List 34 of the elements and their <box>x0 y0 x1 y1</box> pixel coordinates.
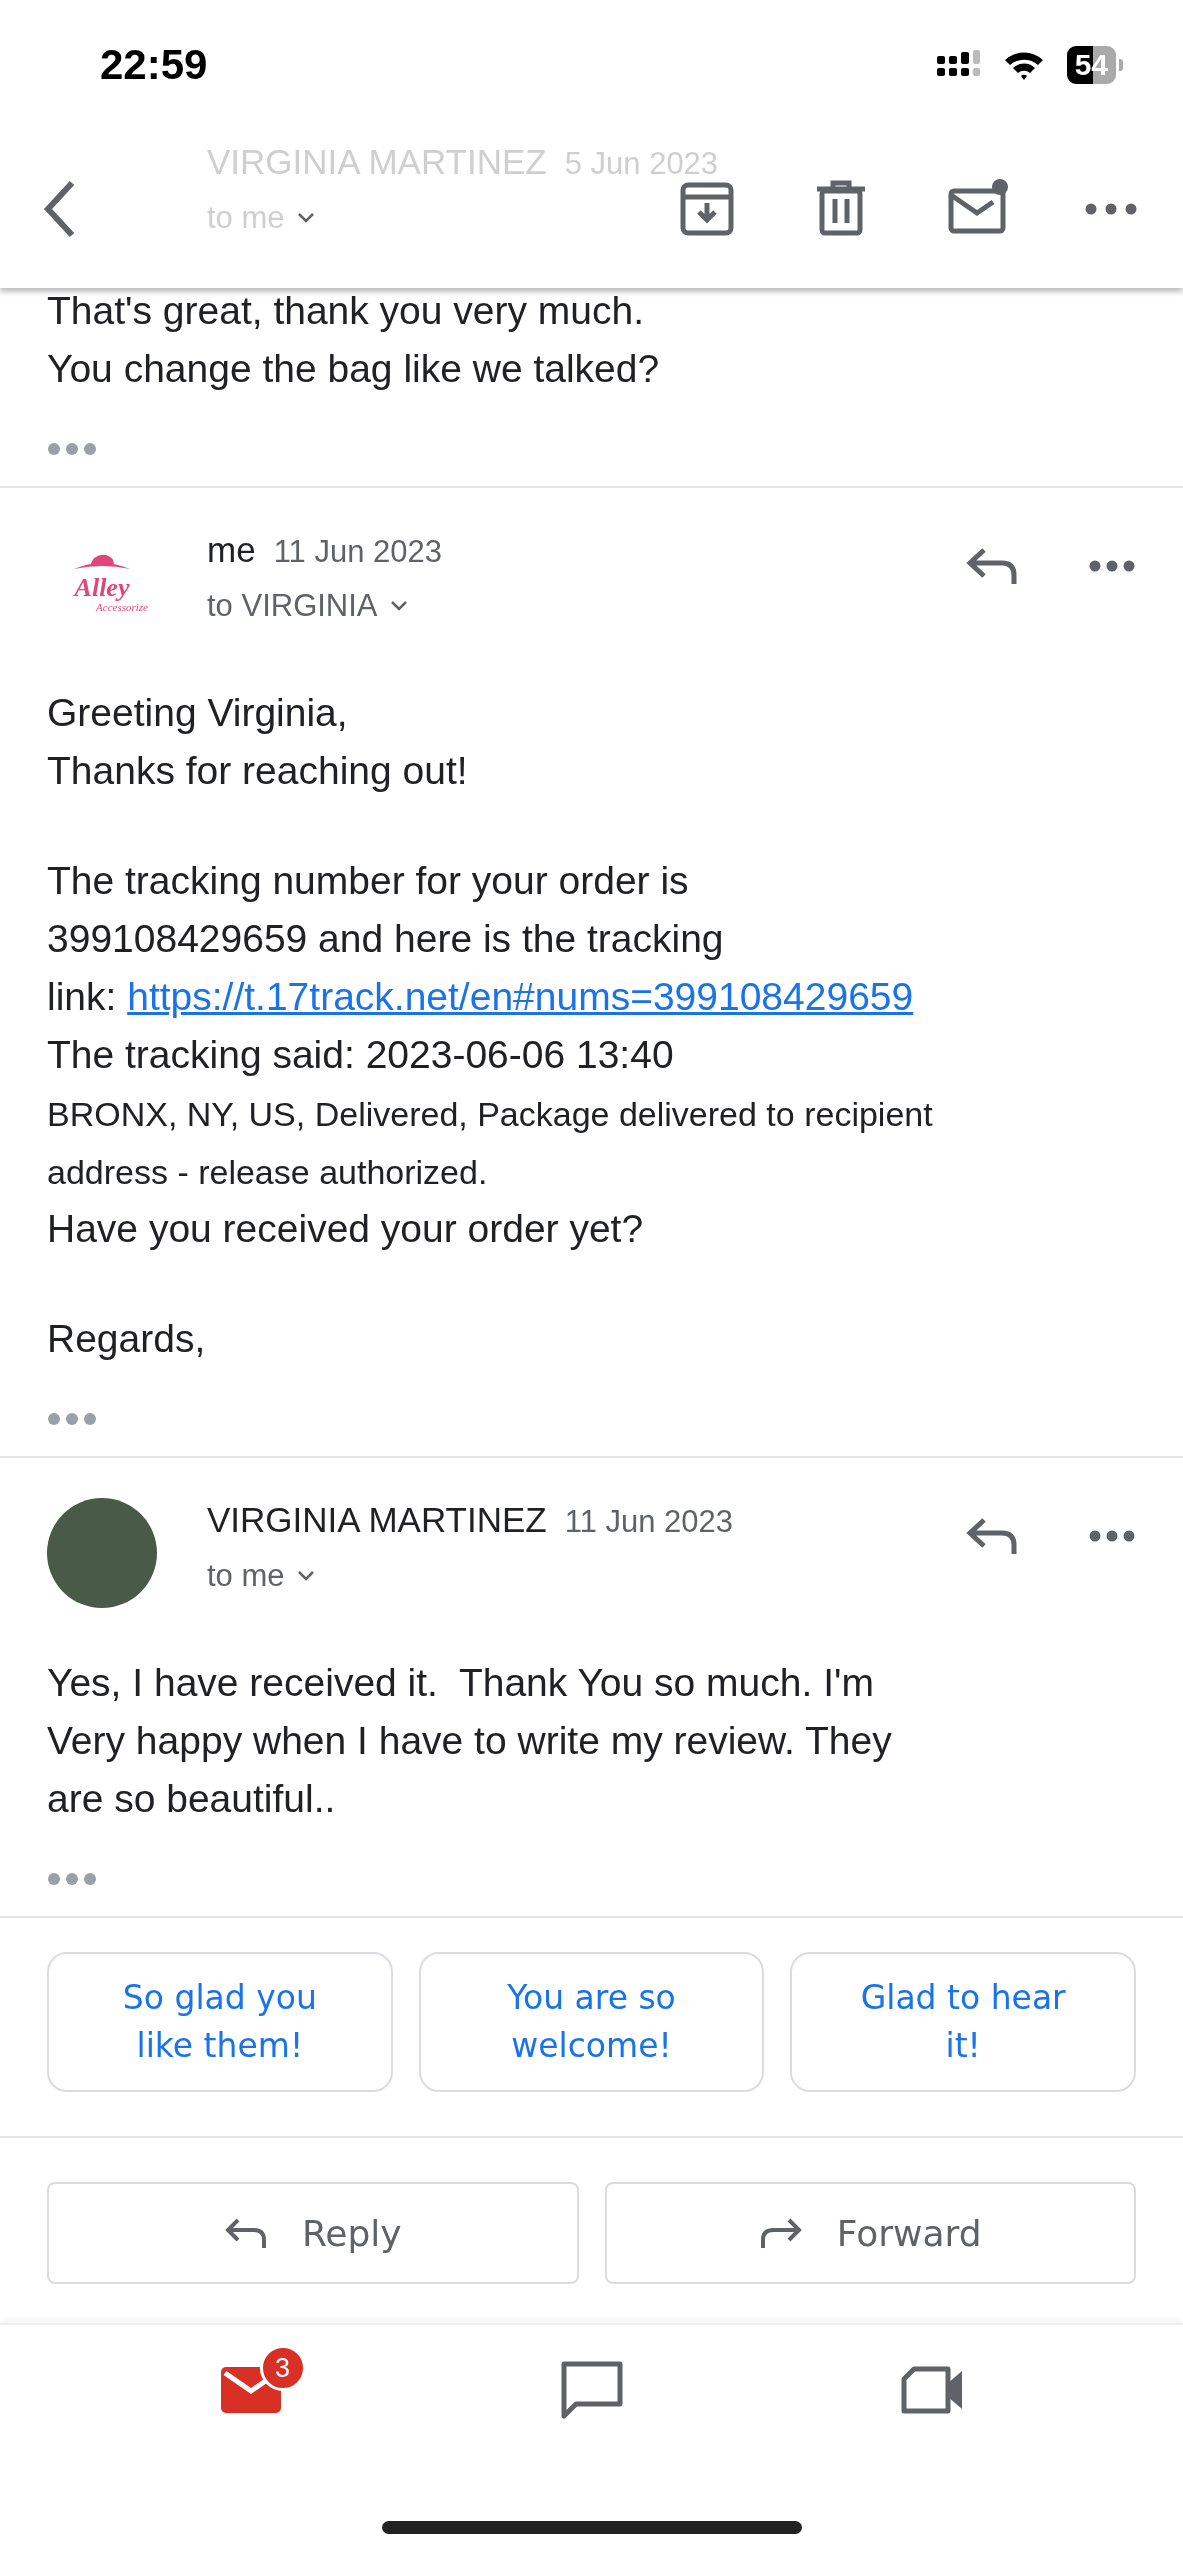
logo-text: Alley <box>74 575 130 601</box>
forward-button[interactable]: Forward <box>604 2182 1136 2284</box>
more-icon[interactable] <box>1088 1529 1136 1543</box>
reply-button[interactable]: Reply <box>47 2182 579 2284</box>
message-text: Greeting Virginia, Thanks for reaching out! <box>47 690 469 794</box>
chevron-down-icon <box>296 1570 315 1582</box>
sender-name: VIRGINIA MARTINEZ <box>207 1500 547 1540</box>
reply-icon[interactable] <box>966 1516 1018 1556</box>
unread-count-badge: 3 <box>259 2345 306 2391</box>
message-text: Regards, <box>47 1316 207 1362</box>
show-trimmed-content-icon[interactable] <box>47 1412 97 1426</box>
chevron-down-icon <box>296 212 315 224</box>
message-text: That's great, thank you very much. You change the bag like we talked? <box>47 288 661 392</box>
more-icon[interactable] <box>1088 559 1136 573</box>
reply-arrow-icon <box>223 2216 268 2250</box>
sender-name: me <box>207 530 256 570</box>
logo-tagline: Accessorize <box>96 601 148 613</box>
chat-icon[interactable] <box>559 2360 624 2420</box>
chevron-down-icon <box>389 600 408 612</box>
smart-reply-button[interactable]: So glad you like them! <box>47 1952 393 2092</box>
message-date: 11 Jun 2023 <box>564 1504 734 1540</box>
clock-time: 22:59 <box>100 41 208 89</box>
smart-reply-button[interactable]: Glad to hear it! <box>790 1952 1136 2092</box>
message-date: 11 Jun 2023 <box>273 534 442 570</box>
recipient-details[interactable]: to me <box>207 1558 315 1594</box>
reply-icon[interactable] <box>966 546 1018 586</box>
smart-reply-button[interactable]: You are so welcome! <box>418 1952 765 2092</box>
forward-arrow-icon <box>758 2216 803 2250</box>
recipient-details[interactable]: to VIRGINIA <box>207 588 408 624</box>
show-trimmed-content-icon[interactable] <box>47 442 97 456</box>
tracking-link[interactable]: https://t.17track.net/en#nums=399108429659 <box>127 975 914 1018</box>
show-trimmed-content-icon[interactable] <box>47 1872 97 1886</box>
message-text: The tracking number for your order is 399108429659 and here is the tracking link: https://t.17track.net/en#nums=399108429659 The tracking said: 2023-06-06 13:40 BRONX, NY, US, Delivered, Package delivered to recipient address - release authorized. Have you received your order yet? <box>47 858 934 1252</box>
message-text: Yes, I have received it. Thank You so much. I'm Very happy when I have to write my review. They are so beautiful.. <box>47 1660 893 1822</box>
